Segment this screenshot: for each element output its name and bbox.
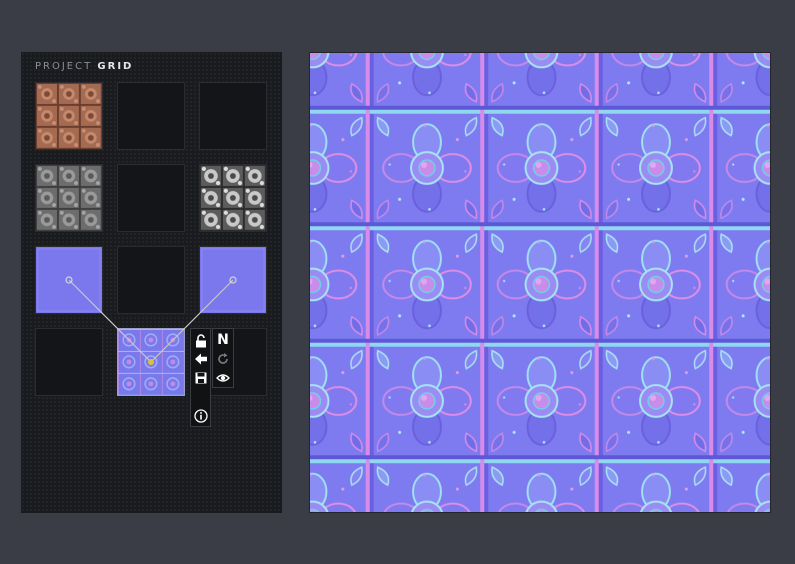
panel-title-highlight: GRID — [97, 61, 134, 72]
save-button[interactable] — [192, 370, 210, 386]
specular-tile-icon — [200, 165, 266, 231]
normal-map-button[interactable]: N — [214, 332, 232, 348]
info-icon — [194, 409, 208, 423]
info-button[interactable] — [192, 408, 210, 424]
refresh-button[interactable] — [214, 351, 232, 367]
slot-diffuse[interactable] — [35, 82, 103, 150]
normal-tile-icon — [36, 247, 102, 313]
slot-empty[interactable] — [199, 82, 267, 150]
panel-title: PROJECT GRID — [35, 61, 133, 72]
project-grid-panel: PROJECT GRID N — [21, 52, 282, 513]
eye-icon — [216, 374, 230, 382]
slot-toolbar — [190, 328, 211, 427]
panel-title-prefix: PROJECT — [35, 61, 93, 72]
back-button[interactable] — [192, 351, 210, 367]
view-button[interactable] — [214, 370, 232, 386]
normal-tile-icon — [200, 247, 266, 313]
slot-specular[interactable] — [199, 164, 267, 232]
texture-preview[interactable] — [309, 52, 771, 513]
map-toolbar: N — [212, 328, 234, 388]
slot-empty[interactable] — [117, 246, 185, 314]
unlock-button[interactable] — [192, 333, 210, 349]
arrow-left-icon — [195, 353, 207, 365]
normal-tile-icon — [118, 329, 184, 395]
slot-empty[interactable] — [117, 82, 185, 150]
diffuse-tile-icon — [36, 83, 102, 149]
normal-map-icon: N — [217, 332, 229, 348]
slot-normal-source-b[interactable] — [199, 246, 267, 314]
slot-empty[interactable] — [117, 164, 185, 232]
slot-normal-output[interactable] — [117, 328, 185, 396]
slot-height[interactable] — [35, 164, 103, 232]
height-tile-icon — [36, 165, 102, 231]
normal-map-preview — [310, 53, 770, 512]
slot-empty[interactable] — [35, 328, 103, 396]
save-icon — [195, 372, 207, 384]
unlock-icon — [196, 334, 206, 348]
refresh-icon — [218, 353, 228, 364]
slot-normal-source-a[interactable] — [35, 246, 103, 314]
